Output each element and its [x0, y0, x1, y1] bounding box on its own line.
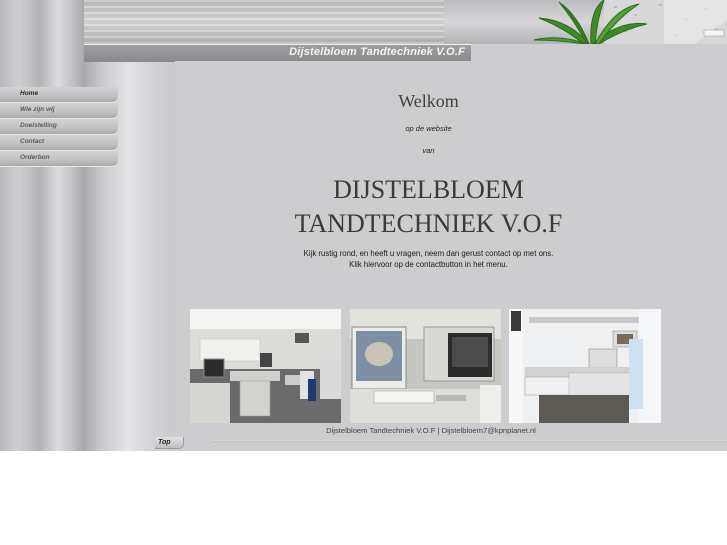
footer-text: Dijstelbloem Tandtechniek V.O.F | Dijste… [326, 426, 536, 435]
lab-photo-workstations [190, 309, 341, 423]
nav-item-doelstelling[interactable]: Doelstelling [0, 119, 118, 135]
nav-item-home[interactable]: Home [0, 87, 118, 103]
nav-item-orderbon[interactable]: Orderbon [0, 151, 118, 167]
subtitle-van: van [422, 146, 435, 155]
header-banner [84, 0, 727, 44]
top-button[interactable]: Top [155, 437, 184, 449]
plant-image [529, 0, 649, 44]
lab-photo-cabinets [509, 309, 661, 423]
title-bar: Dijstelbloem Tandtechniek V.O.F [84, 44, 471, 62]
company-name-line-2: TANDTECHNIEK V.O.F [294, 209, 563, 238]
nav-item-contact[interactable]: Contact [0, 135, 118, 151]
intro-text-line-1: Kijk rustig rond, en heeft u vragen, nee… [303, 249, 554, 258]
intro-text-line-2: Klik hiervoor op de contactbutton in het… [349, 260, 508, 269]
lab-photo-scanner [350, 309, 501, 423]
welcome-heading: Welkom [398, 91, 459, 111]
site-frame: Dijstelbloem Tandtechniek V.O.F Home Wie… [0, 0, 727, 451]
site-title: Dijstelbloem Tandtechniek V.O.F [289, 46, 465, 58]
subtitle-website: op de website [405, 124, 452, 133]
nav-item-wie-zijn-wij[interactable]: Wie zijn wij [0, 103, 118, 119]
footer-divider [213, 440, 727, 442]
header-stripes [84, 0, 444, 44]
main-menu: Home Wie zijn wij Doelstelling Contact O… [0, 87, 118, 167]
content-panel: Welkom op de website van DIJSTELBLOEM TA… [175, 61, 727, 451]
company-name-line-1: DIJSTELBLOEM [333, 175, 524, 204]
